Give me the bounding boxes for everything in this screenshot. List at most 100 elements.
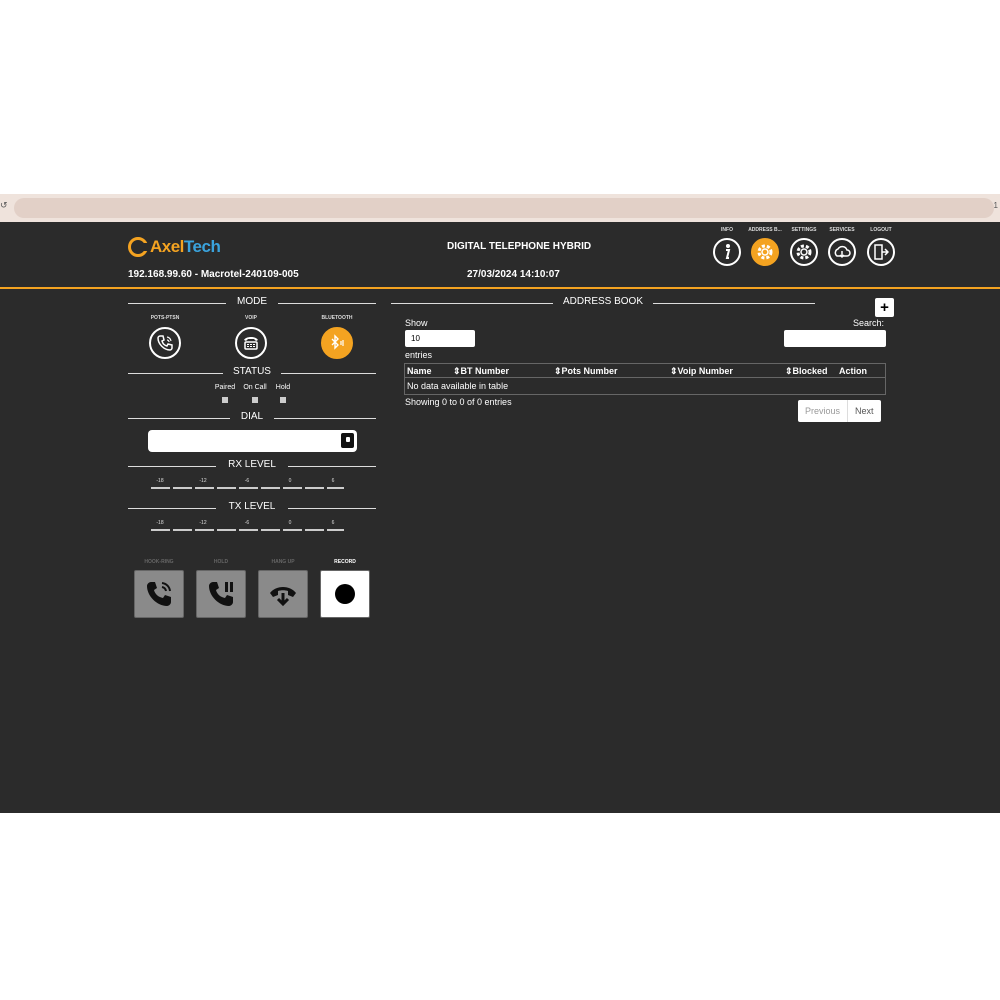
address-book-title: ADDRESS BOOK (562, 296, 644, 307)
column-header-bt-number[interactable]: ⇕BT Number (453, 366, 509, 377)
hang-up-control[interactable]: HANG UP (258, 559, 308, 618)
meter-segment (173, 529, 192, 531)
hold-phone-icon[interactable] (196, 570, 246, 618)
next-button[interactable]: Next (847, 400, 881, 422)
logo-mark-icon (128, 237, 150, 257)
sort-icon: ⇕ (670, 366, 678, 376)
nav-settings[interactable]: SETTINGS (784, 227, 824, 266)
phone-icon[interactable] (149, 327, 181, 359)
hang-up-icon[interactable] (258, 570, 308, 618)
table-header: Name ⇕BT Number ⇕Pots Number ⇕Voip Numbe… (404, 363, 886, 378)
address-book-gear-icon[interactable] (751, 238, 779, 266)
device-info: 192.168.99.60 - Macrotel-240109-005 (128, 269, 299, 280)
previous-button[interactable]: Previous (798, 400, 847, 422)
meter-tick: 0 (288, 520, 292, 526)
search-label: Search: (853, 318, 885, 328)
status-section-header: STATUS (128, 366, 376, 380)
sort-icon: ⇕ (453, 366, 461, 376)
record-control[interactable]: RECORD (320, 559, 370, 618)
status-label: Paired (214, 384, 236, 391)
meter-segment (261, 529, 280, 531)
column-header-blocked[interactable]: ⇕Blocked (785, 366, 828, 377)
axeltech-logo: AxelTech (128, 234, 221, 260)
dial-input[interactable] (148, 430, 357, 452)
add-contact-button[interactable]: + (875, 298, 894, 317)
control-label: RECORD (334, 559, 356, 565)
info-icon[interactable] (713, 238, 741, 266)
address-bar[interactable] (14, 198, 994, 218)
meter-segment (217, 529, 236, 531)
column-header-pots-number[interactable]: ⇕Pots Number (554, 366, 618, 377)
search-input[interactable] (784, 330, 886, 347)
meter-segment (283, 529, 302, 531)
column-header-action: Action (839, 366, 867, 376)
nav-address-book[interactable]: ADDRESS B... (745, 227, 785, 266)
column-header-voip-number[interactable]: ⇕Voip Number (670, 366, 733, 377)
record-icon[interactable] (320, 570, 370, 618)
meter-segment (151, 487, 170, 489)
column-label: Voip Number (677, 366, 733, 376)
meter-tick: -18 (156, 520, 164, 526)
nav-services[interactable]: SERVICES (822, 227, 862, 266)
ringing-phone-icon[interactable] (134, 570, 184, 618)
nav-logout[interactable]: LOGOUT (861, 227, 901, 266)
nav-label: INFO (721, 227, 733, 233)
rx-level-title: RX LEVEL (228, 459, 276, 470)
meter-tick: -12 (199, 478, 207, 484)
mode-voip-button[interactable]: VOIP (226, 315, 276, 359)
browser-toolbar: ↺ 1 (0, 194, 1000, 222)
column-label: BT Number (460, 366, 510, 376)
divider (288, 466, 376, 467)
nav-label: SERVICES (829, 227, 855, 233)
reload-icon[interactable]: ↺ (0, 201, 8, 211)
control-label: HANG UP (271, 559, 295, 565)
page-title: DIGITAL TELEPHONE HYBRID (447, 241, 592, 252)
mode-pots-button[interactable]: POTS-PTSN (140, 315, 190, 359)
meter-tick: 6 (331, 478, 335, 484)
status-hold: Hold (263, 384, 303, 403)
meter-segment (195, 529, 214, 531)
meter-segment (305, 529, 324, 531)
cloud-download-icon[interactable] (828, 238, 856, 266)
nav-label: SETTINGS (791, 227, 817, 233)
nav-label: LOGOUT (870, 227, 892, 233)
meter-tick: 6 (331, 520, 335, 526)
bluetooth-icon[interactable] (321, 327, 353, 359)
mode-label: BLUETOOTH (321, 315, 353, 321)
meter-segment (239, 487, 258, 489)
meter-segment (305, 487, 324, 489)
mode-label: VOIP (245, 315, 257, 321)
divider (274, 418, 376, 419)
voip-phone-icon[interactable] (235, 327, 267, 359)
column-label: Pots Number (561, 366, 618, 376)
hook-ring-control[interactable]: HOOK-RING (134, 559, 184, 618)
logout-icon[interactable] (867, 238, 895, 266)
status-label: Hold (275, 384, 291, 391)
meter-segment (261, 487, 280, 489)
mode-bluetooth-button[interactable]: BLUETOOTH (312, 315, 362, 359)
meter-tick: -12 (199, 520, 207, 526)
meter-tick: -18 (156, 478, 164, 484)
sort-icon: ⇕ (785, 366, 793, 376)
entries-label: entries (405, 350, 433, 360)
hold-control[interactable]: HOLD (196, 559, 246, 618)
table-empty-row: No data available in table (404, 378, 886, 395)
meter-segment (195, 487, 214, 489)
datetime: 27/03/2024 14:10:07 (467, 269, 560, 280)
column-header-name[interactable]: Name (407, 366, 432, 376)
phonebook-icon[interactable] (341, 433, 354, 448)
mode-section-header: MODE (128, 296, 376, 310)
meter-tick: 0 (288, 478, 292, 484)
nav-label: ADDRESS B... (748, 227, 782, 233)
meter-segment (217, 487, 236, 489)
meter-tick: -6 (244, 478, 250, 484)
control-label: HOLD (213, 559, 229, 565)
meter-segment (239, 529, 258, 531)
dial-title: DIAL (240, 411, 264, 422)
meter-tick: -6 (244, 520, 250, 526)
settings-gear-icon[interactable] (790, 238, 818, 266)
entries-select[interactable]: 10 (405, 330, 475, 347)
meter-segment (327, 529, 344, 531)
show-label: Show (405, 318, 428, 328)
nav-info[interactable]: INFO (707, 227, 747, 266)
